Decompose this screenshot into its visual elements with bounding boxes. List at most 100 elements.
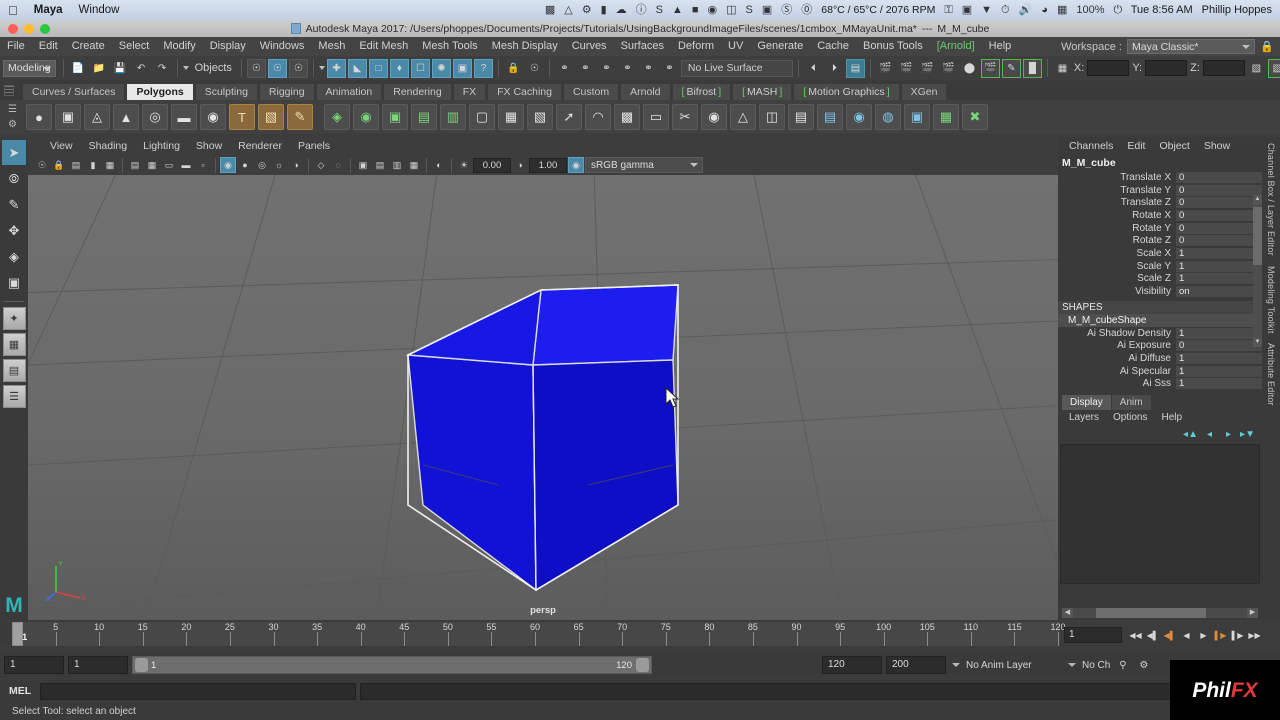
poly-cube-button[interactable]: ▣ <box>55 104 81 130</box>
volume-icon[interactable]: 🔊 <box>1019 4 1033 16</box>
layout-single-perspective[interactable]: ✦ <box>2 307 26 330</box>
range-end-handle[interactable] <box>636 658 649 672</box>
viewport-menu-view[interactable]: View <box>42 137 81 155</box>
color-management-icon[interactable]: ◐ <box>431 157 447 173</box>
dock-attribute-editor[interactable]: Attribute Editor <box>1266 343 1276 406</box>
shape-value-ai-sss[interactable]: 1 <box>1176 378 1262 390</box>
tool-scale[interactable]: ▣ <box>2 270 26 295</box>
menu-item-edit[interactable]: Edit <box>32 37 65 56</box>
target-weld-button[interactable]: ◉ <box>701 104 727 130</box>
menuset-dropdown[interactable]: Modeling <box>3 59 56 77</box>
coord-z-input[interactable] <box>1202 60 1245 76</box>
apple-logo-icon[interactable]:  <box>8 4 18 17</box>
anim-layer-selector[interactable]: No Anim Layer <box>966 660 1062 671</box>
arnold-render-button[interactable]: 🎬 <box>980 58 1000 78</box>
channel-box-scroll-thumb[interactable] <box>1253 207 1262 265</box>
coord-y-input[interactable] <box>1145 60 1188 76</box>
menu-item-edit-mesh[interactable]: Edit Mesh <box>352 37 415 56</box>
lighting-icon[interactable]: ☼ <box>271 157 287 173</box>
textured-icon[interactable]: ◎ <box>254 157 270 173</box>
animation-preferences-button[interactable]: ⚙ <box>1135 657 1152 674</box>
triangle-icon[interactable]: ▲ <box>672 4 683 16</box>
menu-item-uv[interactable]: UV <box>721 37 750 56</box>
shape-value-ai-shadow-density[interactable]: 1 <box>1176 327 1262 339</box>
macos-app-name[interactable]: Maya <box>34 4 63 16</box>
bookmarks-icon[interactable]: ▮ <box>85 157 101 173</box>
step-forward-key-button[interactable]: ▌▶ <box>1230 627 1245 644</box>
tool-move[interactable]: ✥ <box>2 218 26 243</box>
menu-item-arnold[interactable]: Arnold <box>930 37 982 56</box>
anim-layer-caret[interactable] <box>950 656 962 674</box>
make-live-button[interactable]: ⚭ <box>660 59 679 78</box>
step-back-frame-button[interactable]: ◀▌ <box>1162 627 1177 644</box>
combine-button[interactable]: ◈ <box>324 104 350 130</box>
playback-end-time-field[interactable]: 120 <box>822 656 882 674</box>
display-icon[interactable]: ▣ <box>962 4 972 16</box>
current-frame-field[interactable]: 1 <box>1064 627 1122 643</box>
select-by-object-type-button[interactable]: ☉ <box>267 58 287 78</box>
menu-item-select[interactable]: Select <box>112 37 157 56</box>
highlight-selection-button[interactable]: ☉ <box>525 59 544 78</box>
scroll-down-arrow[interactable]: ▼ <box>1253 338 1262 347</box>
channel-value-translate-z[interactable]: 0 <box>1176 197 1262 209</box>
wifi-icon[interactable]: ◕ <box>1041 4 1048 16</box>
dim-icon[interactable]: ⓪ <box>801 4 812 16</box>
time-slider[interactable]: 5 10 15 20 25 30 35 40 45 50 55 60 65 70 75 80 85 90 95 100… <box>0 622 1066 646</box>
mask-rendering-button[interactable]: ▣ <box>452 58 472 78</box>
layer-move-last-icon[interactable]: ▸▼ <box>1240 428 1255 441</box>
channel-value-translate-y[interactable]: 0 <box>1176 184 1262 196</box>
menu-item-deform[interactable]: Deform <box>671 37 721 56</box>
channel-box-scrollbar[interactable]: ▲ ▼ <box>1253 195 1262 347</box>
shelf-tab-mash[interactable]: MASH <box>732 83 793 100</box>
shelf-tab-bifrost[interactable]: Bifrost <box>671 83 732 100</box>
go-to-end-button[interactable]: ▶▶ <box>1247 627 1262 644</box>
wireframe-shaded-icon[interactable]: ◉ <box>220 157 236 173</box>
input-source-icon[interactable]: ▦ <box>1057 4 1067 16</box>
viewport-menu-lighting[interactable]: Lighting <box>135 137 188 155</box>
dropbox2-icon[interactable]: ⚙ <box>582 4 592 16</box>
offset-edge-loop-button[interactable]: ▤ <box>788 104 814 130</box>
auto-keyframe-button[interactable]: ⚲ <box>1114 657 1131 674</box>
soft-select-button[interactable]: ◍ <box>875 104 901 130</box>
snap-to-grid-button[interactable]: ⚭ <box>555 59 574 78</box>
shelf-tab-rigging[interactable]: Rigging <box>258 83 315 100</box>
show-hide-sidebar-left-button[interactable]: ⏴ <box>804 59 823 78</box>
layer-menu-options[interactable]: Options <box>1106 410 1154 425</box>
layer-move-up-icon[interactable]: ◂ <box>1203 428 1216 441</box>
gamma-value[interactable]: 1.00 <box>529 157 567 173</box>
motion-blur-icon[interactable]: ▤ <box>372 157 388 173</box>
shelf-tab-custom[interactable]: Custom <box>562 83 620 100</box>
gamma-icon[interactable]: ◑ <box>512 157 528 173</box>
render-settings-button[interactable]: 🎬 <box>918 59 937 78</box>
layer-move-first-icon[interactable]: ◂▲ <box>1183 428 1198 441</box>
menu-item-bonus-tools[interactable]: Bonus Tools <box>856 37 930 56</box>
two-pane-layout-icon[interactable]: ▤ <box>127 157 143 173</box>
separate-button[interactable]: ◉ <box>353 104 379 130</box>
fill-hole-button[interactable]: ▭ <box>643 104 669 130</box>
show-hide-sidebar-right-button[interactable]: ⏵ <box>825 59 844 78</box>
mask-dynamics-button[interactable]: ✺ <box>431 58 451 78</box>
shelf-tab-curves-surfaces[interactable]: Curves / Surfaces <box>22 83 126 100</box>
dof-icon[interactable]: ▦ <box>406 157 422 173</box>
layout-outliner-persp[interactable]: ☰ <box>2 385 26 408</box>
shelf-tab-xgen[interactable]: XGen <box>900 83 948 100</box>
mask-surfaces-button[interactable]: ♦ <box>389 58 409 78</box>
layout-two-pane[interactable]: ▤ <box>2 359 26 382</box>
shape-value-ai-exposure[interactable]: 0 <box>1176 340 1262 352</box>
hypershade-button[interactable]: 🎬 <box>939 59 958 78</box>
arnold-pause-button[interactable]: ▐▌ <box>1022 58 1042 78</box>
sculpt-tool-button[interactable]: ◉ <box>846 104 872 130</box>
channel-value-rotate-x[interactable]: 0 <box>1176 209 1262 221</box>
mask-deformers-button[interactable]: ☐ <box>410 58 430 78</box>
shelf-tab-fx-caching[interactable]: FX Caching <box>487 83 562 100</box>
menu-item-generate[interactable]: Generate <box>750 37 810 56</box>
go-to-start-button[interactable]: ◀◀ <box>1128 627 1143 644</box>
menu-item-curves[interactable]: Curves <box>565 37 614 56</box>
channel-value-scale-y[interactable]: 1 <box>1176 260 1262 272</box>
layer-menu-help[interactable]: Help <box>1154 410 1189 425</box>
undo-button[interactable]: ↶ <box>132 59 151 78</box>
select-by-component-type-button[interactable]: ☉ <box>288 58 308 78</box>
s-icon[interactable]: S <box>746 4 753 16</box>
mask-joints-button[interactable]: ◣ <box>347 58 367 78</box>
selection-mask-caret[interactable] <box>182 59 189 78</box>
